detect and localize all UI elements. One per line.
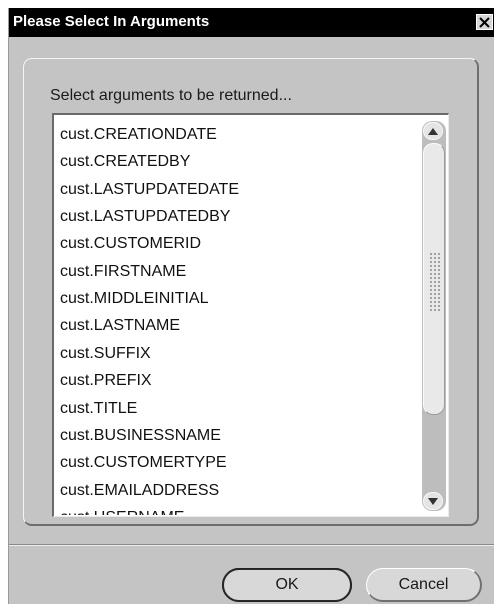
- list-item[interactable]: cust.EMAILADDRESS: [60, 477, 219, 504]
- list-item[interactable]: cust.LASTNAME: [60, 312, 180, 339]
- list-item[interactable]: cust.LASTUPDATEDBY: [60, 203, 230, 230]
- cancel-button[interactable]: Cancel: [366, 568, 482, 602]
- grip-icon: [429, 252, 440, 312]
- arrow-down-icon: [428, 497, 438, 505]
- list-item[interactable]: cust.CUSTOMERID: [60, 230, 201, 257]
- list-item[interactable]: cust.PREFIX: [60, 367, 152, 394]
- list-prompt: Select arguments to be returned...: [50, 87, 292, 104]
- list-item[interactable]: cust.BUSINESSNAME: [60, 422, 221, 449]
- list-item[interactable]: cust.TITLE: [60, 395, 137, 422]
- scroll-up-button[interactable]: [423, 122, 443, 140]
- dialog-title: Please Select In Arguments: [13, 13, 210, 30]
- scroll-down-button[interactable]: [423, 492, 443, 510]
- vertical-scrollbar[interactable]: [422, 121, 446, 511]
- list-item[interactable]: cust.CREATEDBY: [60, 148, 190, 175]
- arrow-up-icon: [428, 127, 438, 135]
- list-item[interactable]: cust.LASTUPDATEDATE: [60, 176, 239, 203]
- list-item[interactable]: cust.SUFFIX: [60, 340, 151, 367]
- close-button[interactable]: [476, 14, 493, 30]
- list-item[interactable]: cust.USERNAME: [60, 504, 184, 515]
- arguments-list: cust.CREATIONDATE cust.CREATEDBY cust.LAST…: [54, 115, 422, 515]
- arguments-listbox[interactable]: cust.CREATIONDATE cust.CREATEDBY cust.LAST…: [52, 113, 449, 517]
- list-item[interactable]: cust.CUSTOMERTYPE: [60, 449, 227, 476]
- list-item[interactable]: cust.CREATIONDATE: [60, 121, 217, 148]
- button-separator: [9, 544, 494, 546]
- ok-button[interactable]: OK: [222, 568, 352, 602]
- title-bar[interactable]: Please Select In Arguments: [9, 8, 494, 37]
- scroll-thumb[interactable]: [423, 143, 445, 415]
- list-item[interactable]: cust.FIRSTNAME: [60, 258, 186, 285]
- list-item[interactable]: cust.MIDDLEINITIAL: [60, 285, 208, 312]
- close-icon: [479, 16, 490, 28]
